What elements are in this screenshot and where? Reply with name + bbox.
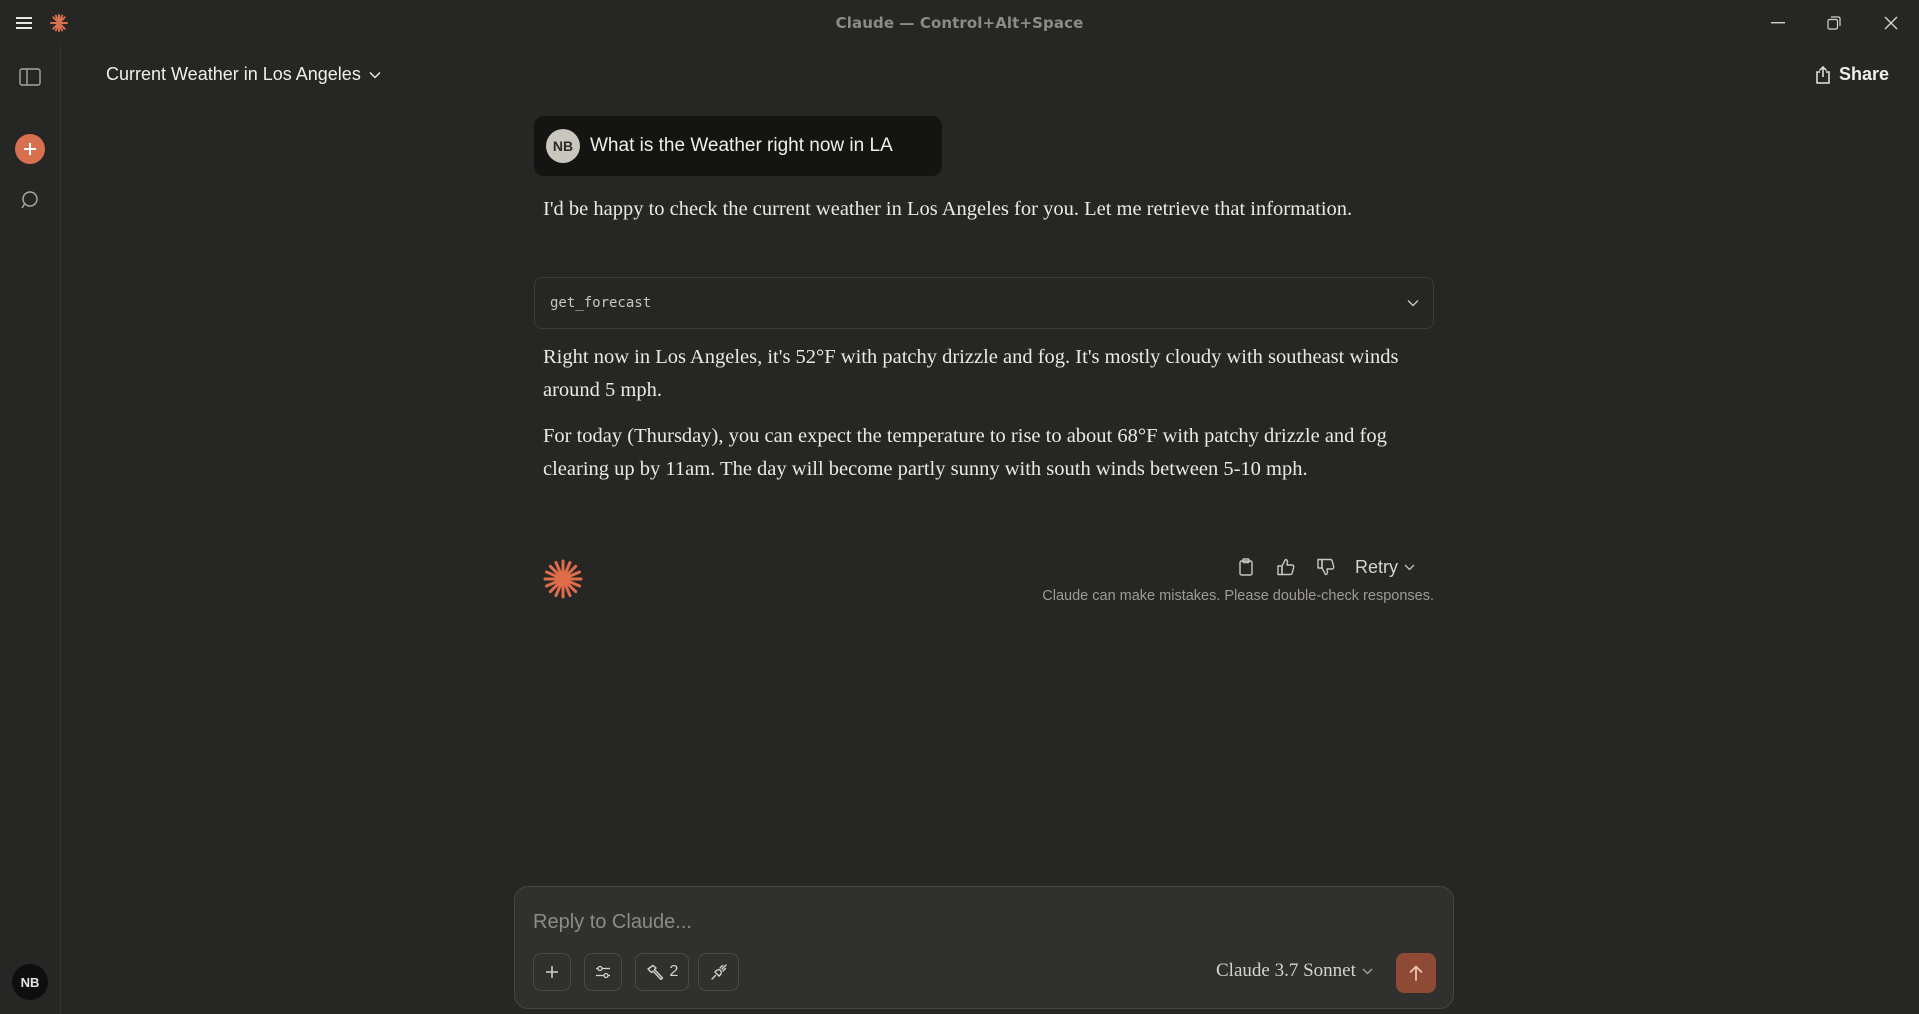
title-bar: Claude — Control+Alt+Space [0,0,1919,46]
sliders-icon [595,965,611,979]
new-chat-button[interactable] [15,134,45,164]
assistant-paragraph-2: For today (Thursday), you can expect the… [543,425,1387,480]
chevron-down-icon [1407,299,1419,307]
sidebar-toggle-icon[interactable] [15,62,45,92]
assistant-paragraph-1: Right now in Los Angeles, it's 52°F with… [543,346,1399,401]
copy-icon[interactable] [1232,553,1260,581]
model-name: Claude 3.7 Sonnet [1216,960,1356,981]
send-button[interactable] [1396,953,1436,993]
user-avatar[interactable]: NB [12,964,48,1000]
minimize-icon[interactable] [1763,10,1793,36]
retry-label: Retry [1355,556,1399,577]
conversation-title[interactable]: Current Weather in Los Angeles [106,64,381,85]
user-message-text: What is the Weather right now in LA [590,135,893,156]
avatar: NB [546,129,580,163]
reply-input[interactable] [533,907,1413,937]
retry-button[interactable]: Retry [1355,553,1415,581]
window-title: Claude — Control+Alt+Space [835,14,1084,32]
plus-icon [545,965,559,979]
conversation-title-label: Current Weather in Los Angeles [106,64,361,84]
plus-icon [23,142,37,156]
chevron-down-icon [1362,968,1373,975]
hammer-icon [646,964,664,980]
tools-count: 2 [669,963,679,980]
close-icon[interactable] [1876,10,1906,36]
add-attachment-button[interactable] [533,953,571,991]
thumbs-down-icon[interactable] [1312,553,1340,581]
claude-avatar-icon [542,558,584,600]
share-icon [1815,65,1831,84]
tool-call-block[interactable]: get_forecast [534,277,1434,329]
thumbs-up-icon[interactable] [1272,553,1300,581]
share-button[interactable]: Share [1815,64,1889,85]
tools-button[interactable]: 2 [635,953,689,991]
chevron-down-icon [369,71,381,79]
search-icon[interactable] [15,185,45,215]
sidebar: NB [0,46,61,1014]
plug-icon [710,963,728,981]
user-message: NB What is the Weather right now in LA [534,116,942,176]
tool-call-name: get_forecast [550,295,652,311]
settings-button[interactable] [584,953,622,991]
assistant-intro: I'd be happy to check the current weathe… [543,198,1353,220]
composer: 2 Claude 3.7 Sonnet [514,886,1454,1009]
chevron-down-icon [1404,564,1415,571]
integrations-button[interactable] [698,953,739,991]
arrow-up-icon [1409,965,1423,981]
model-selector[interactable]: Claude 3.7 Sonnet [1216,960,1373,982]
disclaimer-text: Claude can make mistakes. Please double-… [1042,588,1434,604]
restore-icon[interactable] [1819,10,1849,36]
share-label: Share [1839,64,1890,84]
